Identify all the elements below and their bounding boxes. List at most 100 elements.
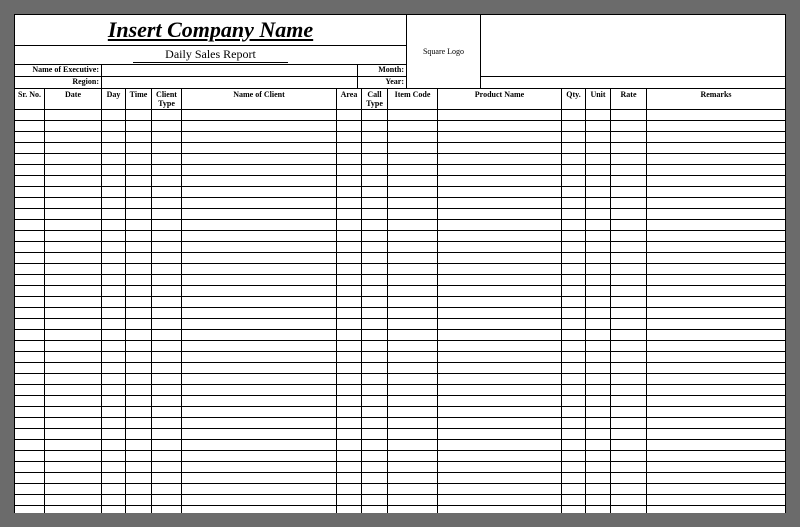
table-cell[interactable] xyxy=(362,230,388,241)
table-cell[interactable] xyxy=(182,153,337,164)
table-cell[interactable] xyxy=(102,329,126,340)
table-cell[interactable] xyxy=(562,153,586,164)
table-cell[interactable] xyxy=(611,208,647,219)
table-cell[interactable] xyxy=(15,197,45,208)
table-cell[interactable] xyxy=(102,164,126,175)
table-cell[interactable] xyxy=(562,406,586,417)
table-cell[interactable] xyxy=(102,296,126,307)
table-cell[interactable] xyxy=(388,318,438,329)
table-cell[interactable] xyxy=(438,461,562,472)
table-cell[interactable] xyxy=(388,406,438,417)
table-cell[interactable] xyxy=(337,395,362,406)
table-cell[interactable] xyxy=(611,472,647,483)
table-cell[interactable] xyxy=(152,153,182,164)
table-cell[interactable] xyxy=(362,494,388,505)
table-cell[interactable] xyxy=(611,505,647,513)
table-cell[interactable] xyxy=(388,197,438,208)
table-cell[interactable] xyxy=(388,417,438,428)
table-cell[interactable] xyxy=(562,164,586,175)
table-cell[interactable] xyxy=(438,439,562,450)
table-cell[interactable] xyxy=(562,142,586,153)
table-cell[interactable] xyxy=(362,164,388,175)
table-cell[interactable] xyxy=(15,175,45,186)
table-cell[interactable] xyxy=(647,362,786,373)
table-cell[interactable] xyxy=(15,186,45,197)
table-cell[interactable] xyxy=(102,406,126,417)
table-cell[interactable] xyxy=(337,241,362,252)
table-cell[interactable] xyxy=(362,384,388,395)
table-cell[interactable] xyxy=(15,472,45,483)
table-cell[interactable] xyxy=(586,197,611,208)
table-cell[interactable] xyxy=(45,153,102,164)
table-cell[interactable] xyxy=(611,131,647,142)
table-cell[interactable] xyxy=(388,164,438,175)
table-cell[interactable] xyxy=(126,263,152,274)
table-cell[interactable] xyxy=(362,373,388,384)
table-cell[interactable] xyxy=(152,120,182,131)
table-cell[interactable] xyxy=(647,307,786,318)
table-cell[interactable] xyxy=(126,175,152,186)
table-cell[interactable] xyxy=(611,417,647,428)
table-cell[interactable] xyxy=(152,318,182,329)
table-cell[interactable] xyxy=(388,483,438,494)
table-cell[interactable] xyxy=(438,252,562,263)
table-cell[interactable] xyxy=(126,219,152,230)
table-cell[interactable] xyxy=(182,472,337,483)
table-cell[interactable] xyxy=(647,219,786,230)
table-cell[interactable] xyxy=(182,450,337,461)
table-cell[interactable] xyxy=(562,505,586,513)
table-cell[interactable] xyxy=(182,131,337,142)
table-cell[interactable] xyxy=(438,131,562,142)
table-cell[interactable] xyxy=(15,505,45,513)
table-cell[interactable] xyxy=(102,494,126,505)
table-cell[interactable] xyxy=(438,142,562,153)
table-cell[interactable] xyxy=(438,208,562,219)
table-cell[interactable] xyxy=(562,461,586,472)
table-cell[interactable] xyxy=(586,439,611,450)
table-cell[interactable] xyxy=(126,208,152,219)
table-cell[interactable] xyxy=(362,417,388,428)
table-cell[interactable] xyxy=(362,461,388,472)
table-cell[interactable] xyxy=(438,241,562,252)
table-cell[interactable] xyxy=(126,318,152,329)
table-cell[interactable] xyxy=(15,296,45,307)
table-cell[interactable] xyxy=(126,351,152,362)
table-cell[interactable] xyxy=(126,131,152,142)
table-cell[interactable] xyxy=(126,472,152,483)
table-cell[interactable] xyxy=(152,307,182,318)
table-cell[interactable] xyxy=(152,263,182,274)
table-cell[interactable] xyxy=(126,362,152,373)
table-cell[interactable] xyxy=(15,362,45,373)
table-cell[interactable] xyxy=(182,373,337,384)
table-cell[interactable] xyxy=(152,362,182,373)
table-cell[interactable] xyxy=(182,142,337,153)
table-cell[interactable] xyxy=(562,417,586,428)
table-cell[interactable] xyxy=(15,241,45,252)
table-cell[interactable] xyxy=(337,120,362,131)
table-cell[interactable] xyxy=(611,186,647,197)
table-cell[interactable] xyxy=(102,120,126,131)
table-cell[interactable] xyxy=(182,461,337,472)
table-cell[interactable] xyxy=(438,219,562,230)
table-cell[interactable] xyxy=(15,351,45,362)
table-cell[interactable] xyxy=(15,406,45,417)
table-cell[interactable] xyxy=(126,197,152,208)
table-cell[interactable] xyxy=(647,230,786,241)
table-cell[interactable] xyxy=(586,153,611,164)
table-cell[interactable] xyxy=(586,483,611,494)
table-cell[interactable] xyxy=(102,230,126,241)
table-cell[interactable] xyxy=(586,241,611,252)
table-cell[interactable] xyxy=(102,450,126,461)
table-cell[interactable] xyxy=(152,494,182,505)
table-cell[interactable] xyxy=(152,472,182,483)
table-cell[interactable] xyxy=(15,384,45,395)
table-cell[interactable] xyxy=(15,142,45,153)
table-cell[interactable] xyxy=(102,373,126,384)
table-cell[interactable] xyxy=(182,197,337,208)
table-cell[interactable] xyxy=(562,131,586,142)
table-cell[interactable] xyxy=(388,131,438,142)
table-cell[interactable] xyxy=(647,351,786,362)
table-cell[interactable] xyxy=(337,318,362,329)
table-cell[interactable] xyxy=(647,472,786,483)
table-cell[interactable] xyxy=(647,109,786,120)
